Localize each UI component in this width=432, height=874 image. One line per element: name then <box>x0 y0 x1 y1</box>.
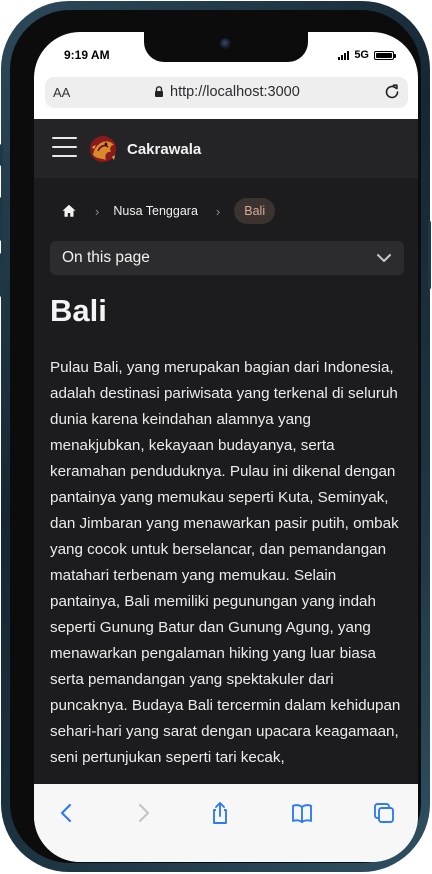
article-body: Pulau Bali, yang merupakan bagian dari I… <box>50 359 401 766</box>
side-button <box>0 144 3 166</box>
page-title: Bali <box>50 293 107 328</box>
text-size-button[interactable]: AA <box>53 85 70 100</box>
signal-icon <box>338 50 350 60</box>
browser-toolbar <box>34 784 418 862</box>
chevron-down-icon <box>377 254 391 262</box>
breadcrumb-current: Bali <box>234 198 276 224</box>
network-label: 5G <box>354 49 369 61</box>
reload-icon[interactable] <box>382 82 402 102</box>
back-icon[interactable] <box>54 800 80 826</box>
notch <box>144 32 308 62</box>
lock-icon <box>155 86 163 97</box>
breadcrumb: › Nusa Tenggara › Bali <box>50 197 276 225</box>
on-this-page-label: On this page <box>62 249 150 266</box>
tabs-icon[interactable] <box>371 800 397 826</box>
home-icon[interactable] <box>61 203 77 219</box>
forward-icon[interactable] <box>130 800 156 826</box>
phone-frame: 9:19 AM 5G AA http://localhost:3000 Cakr… <box>0 1 431 872</box>
share-icon[interactable] <box>207 800 233 826</box>
breadcrumb-item-nusa-tenggara[interactable]: Nusa Tenggara <box>113 204 198 218</box>
volume-up-button <box>0 197 3 241</box>
battery-level <box>376 52 392 58</box>
battery-icon <box>374 50 396 60</box>
status-time: 9:19 AM <box>64 48 110 62</box>
on-this-page-dropdown[interactable]: On this page <box>50 241 404 275</box>
camera-icon <box>220 38 231 49</box>
url-text[interactable]: http://localhost:3000 <box>170 84 300 100</box>
bookmarks-icon[interactable] <box>289 800 315 826</box>
lion-logo-icon[interactable] <box>87 133 119 165</box>
web-content: Cakrawala › Nusa Tenggara › Bali On this… <box>34 119 418 784</box>
chevron-right-icon: › <box>215 203 221 219</box>
volume-down-button <box>0 253 3 297</box>
site-header: Cakrawala <box>34 119 418 178</box>
text-size-label: AA <box>53 85 71 100</box>
brand-name[interactable]: Cakrawala <box>127 141 201 158</box>
power-button <box>428 221 431 289</box>
chevron-right-icon: › <box>95 203 100 219</box>
address-bar[interactable]: AA http://localhost:3000 <box>45 77 408 108</box>
menu-icon[interactable] <box>52 137 77 158</box>
screen: 9:19 AM 5G AA http://localhost:3000 Cakr… <box>34 32 418 862</box>
bezel: 9:19 AM 5G AA http://localhost:3000 Cakr… <box>10 10 421 863</box>
status-indicators: 5G <box>338 49 396 61</box>
